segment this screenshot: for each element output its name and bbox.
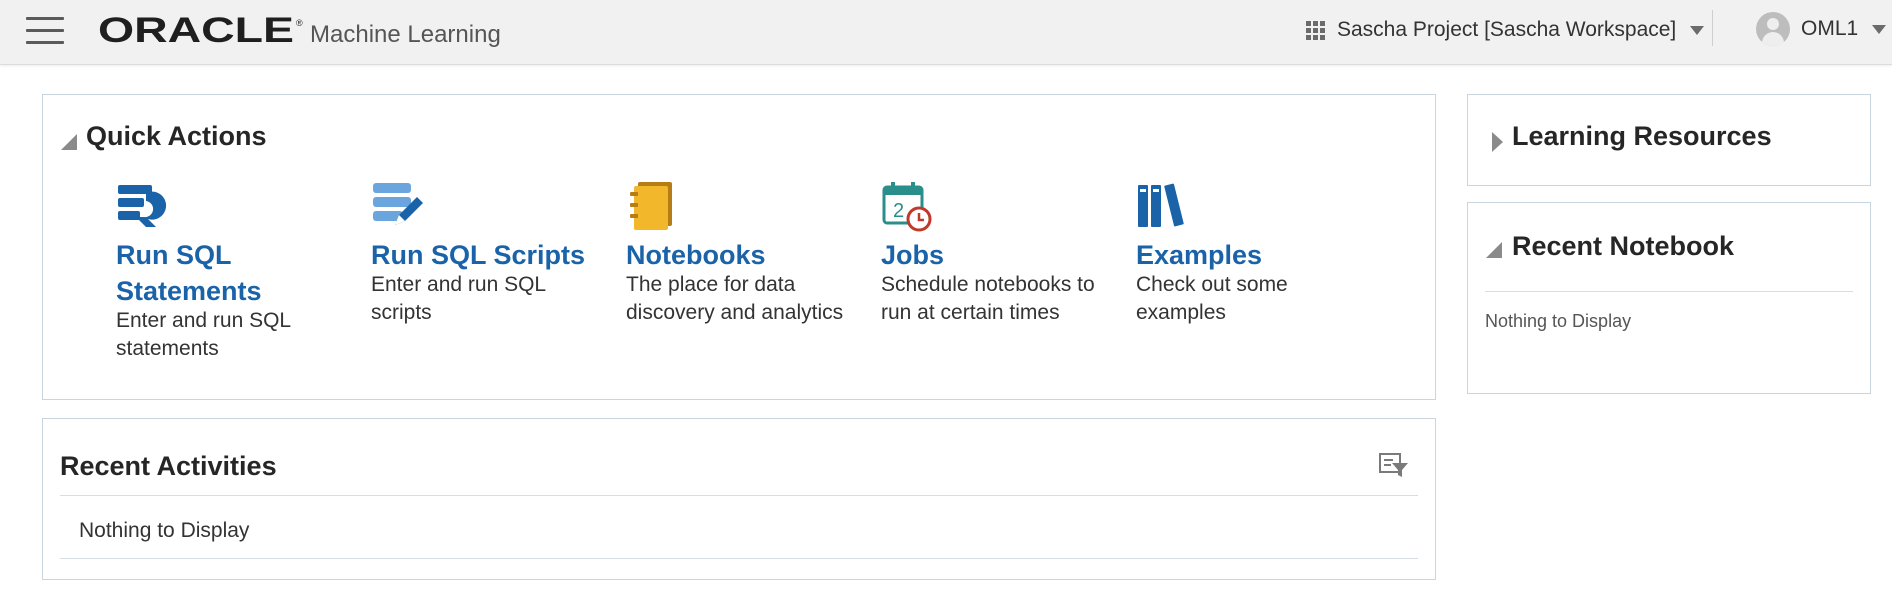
expand-icon[interactable] [1492,132,1503,152]
collapse-icon[interactable] [1486,242,1502,258]
sql-statements-icon [118,185,167,227]
menu-icon[interactable] [26,17,64,45]
action-title: Examples [1136,240,1263,270]
recent-activities-panel: Recent Activities Nothing to Display [42,418,1436,580]
panel-title: Quick Actions [86,121,267,151]
panel-title: Learning Resources [1512,121,1772,151]
app-header: ORACLE ® Machine Learning Sascha Project… [0,0,1892,65]
header-divider [1712,10,1713,46]
action-description: Enter and run SQL scripts [371,273,546,324]
action-description: Schedule notebooks to run at certain tim… [881,273,1095,324]
sql-scripts-icon [373,183,423,225]
collapse-icon[interactable] [61,134,77,150]
action-description: The place for data discovery and analyti… [626,273,844,324]
notebook-icon [630,182,672,230]
svg-text:2: 2 [893,200,904,222]
action-title: Run SQL Scripts [371,240,586,270]
run-sql-statements-action[interactable]: Run SQL Statements Enter and run SQL sta… [116,179,346,363]
books-icon [1138,183,1184,227]
action-title: Jobs [881,240,945,270]
action-title: Run SQL [116,240,232,270]
divider [60,558,1418,559]
project-label: Sascha Project [Sascha Workspace] [1337,18,1677,41]
empty-message: Nothing to Display [79,519,250,542]
run-sql-scripts-action[interactable]: Run SQL Scripts Enter and run SQL script… [371,179,601,327]
notebooks-action[interactable]: Notebooks The place for data discovery a… [626,179,856,327]
product-name: Machine Learning [310,21,501,48]
divider [1485,291,1853,292]
divider [60,495,1418,496]
chevron-down-icon [1690,25,1705,35]
filter-icon[interactable] [1379,451,1409,479]
action-description: Enter and run SQL statements [116,309,291,360]
oracle-logo: ORACLE ® [98,11,308,53]
learning-resources-panel: Learning Resources [1467,94,1871,186]
oracle-wordmark: ORACLE [98,14,294,48]
chevron-down-icon [1872,24,1887,34]
empty-message: Nothing to Display [1485,311,1632,331]
panel-title: Recent Notebook [1512,231,1735,261]
project-selector[interactable]: Sascha Project [Sascha Workspace] [1306,18,1705,42]
action-title: Notebooks [626,240,766,270]
quick-actions-panel: Quick Actions Run SQL Statements Enter a… [42,94,1436,400]
jobs-action[interactable]: 2 Jobs Schedule notebooks to run at cert… [881,179,1111,327]
panel-title: Recent Activities [60,451,277,481]
action-description: Check out some examples [1136,273,1288,324]
action-title-line2: Statements [116,276,262,306]
avatar-icon [1756,12,1790,46]
recent-notebook-panel: Recent Notebook Nothing to Display [1467,202,1871,394]
user-menu[interactable]: OML1 [1756,12,1887,46]
jobs-calendar-icon: 2 [882,182,932,232]
user-name: OML1 [1801,17,1859,40]
grid-icon [1306,20,1325,40]
svg-text:®: ® [296,18,303,28]
examples-action[interactable]: Examples Check out some examples [1136,179,1366,327]
